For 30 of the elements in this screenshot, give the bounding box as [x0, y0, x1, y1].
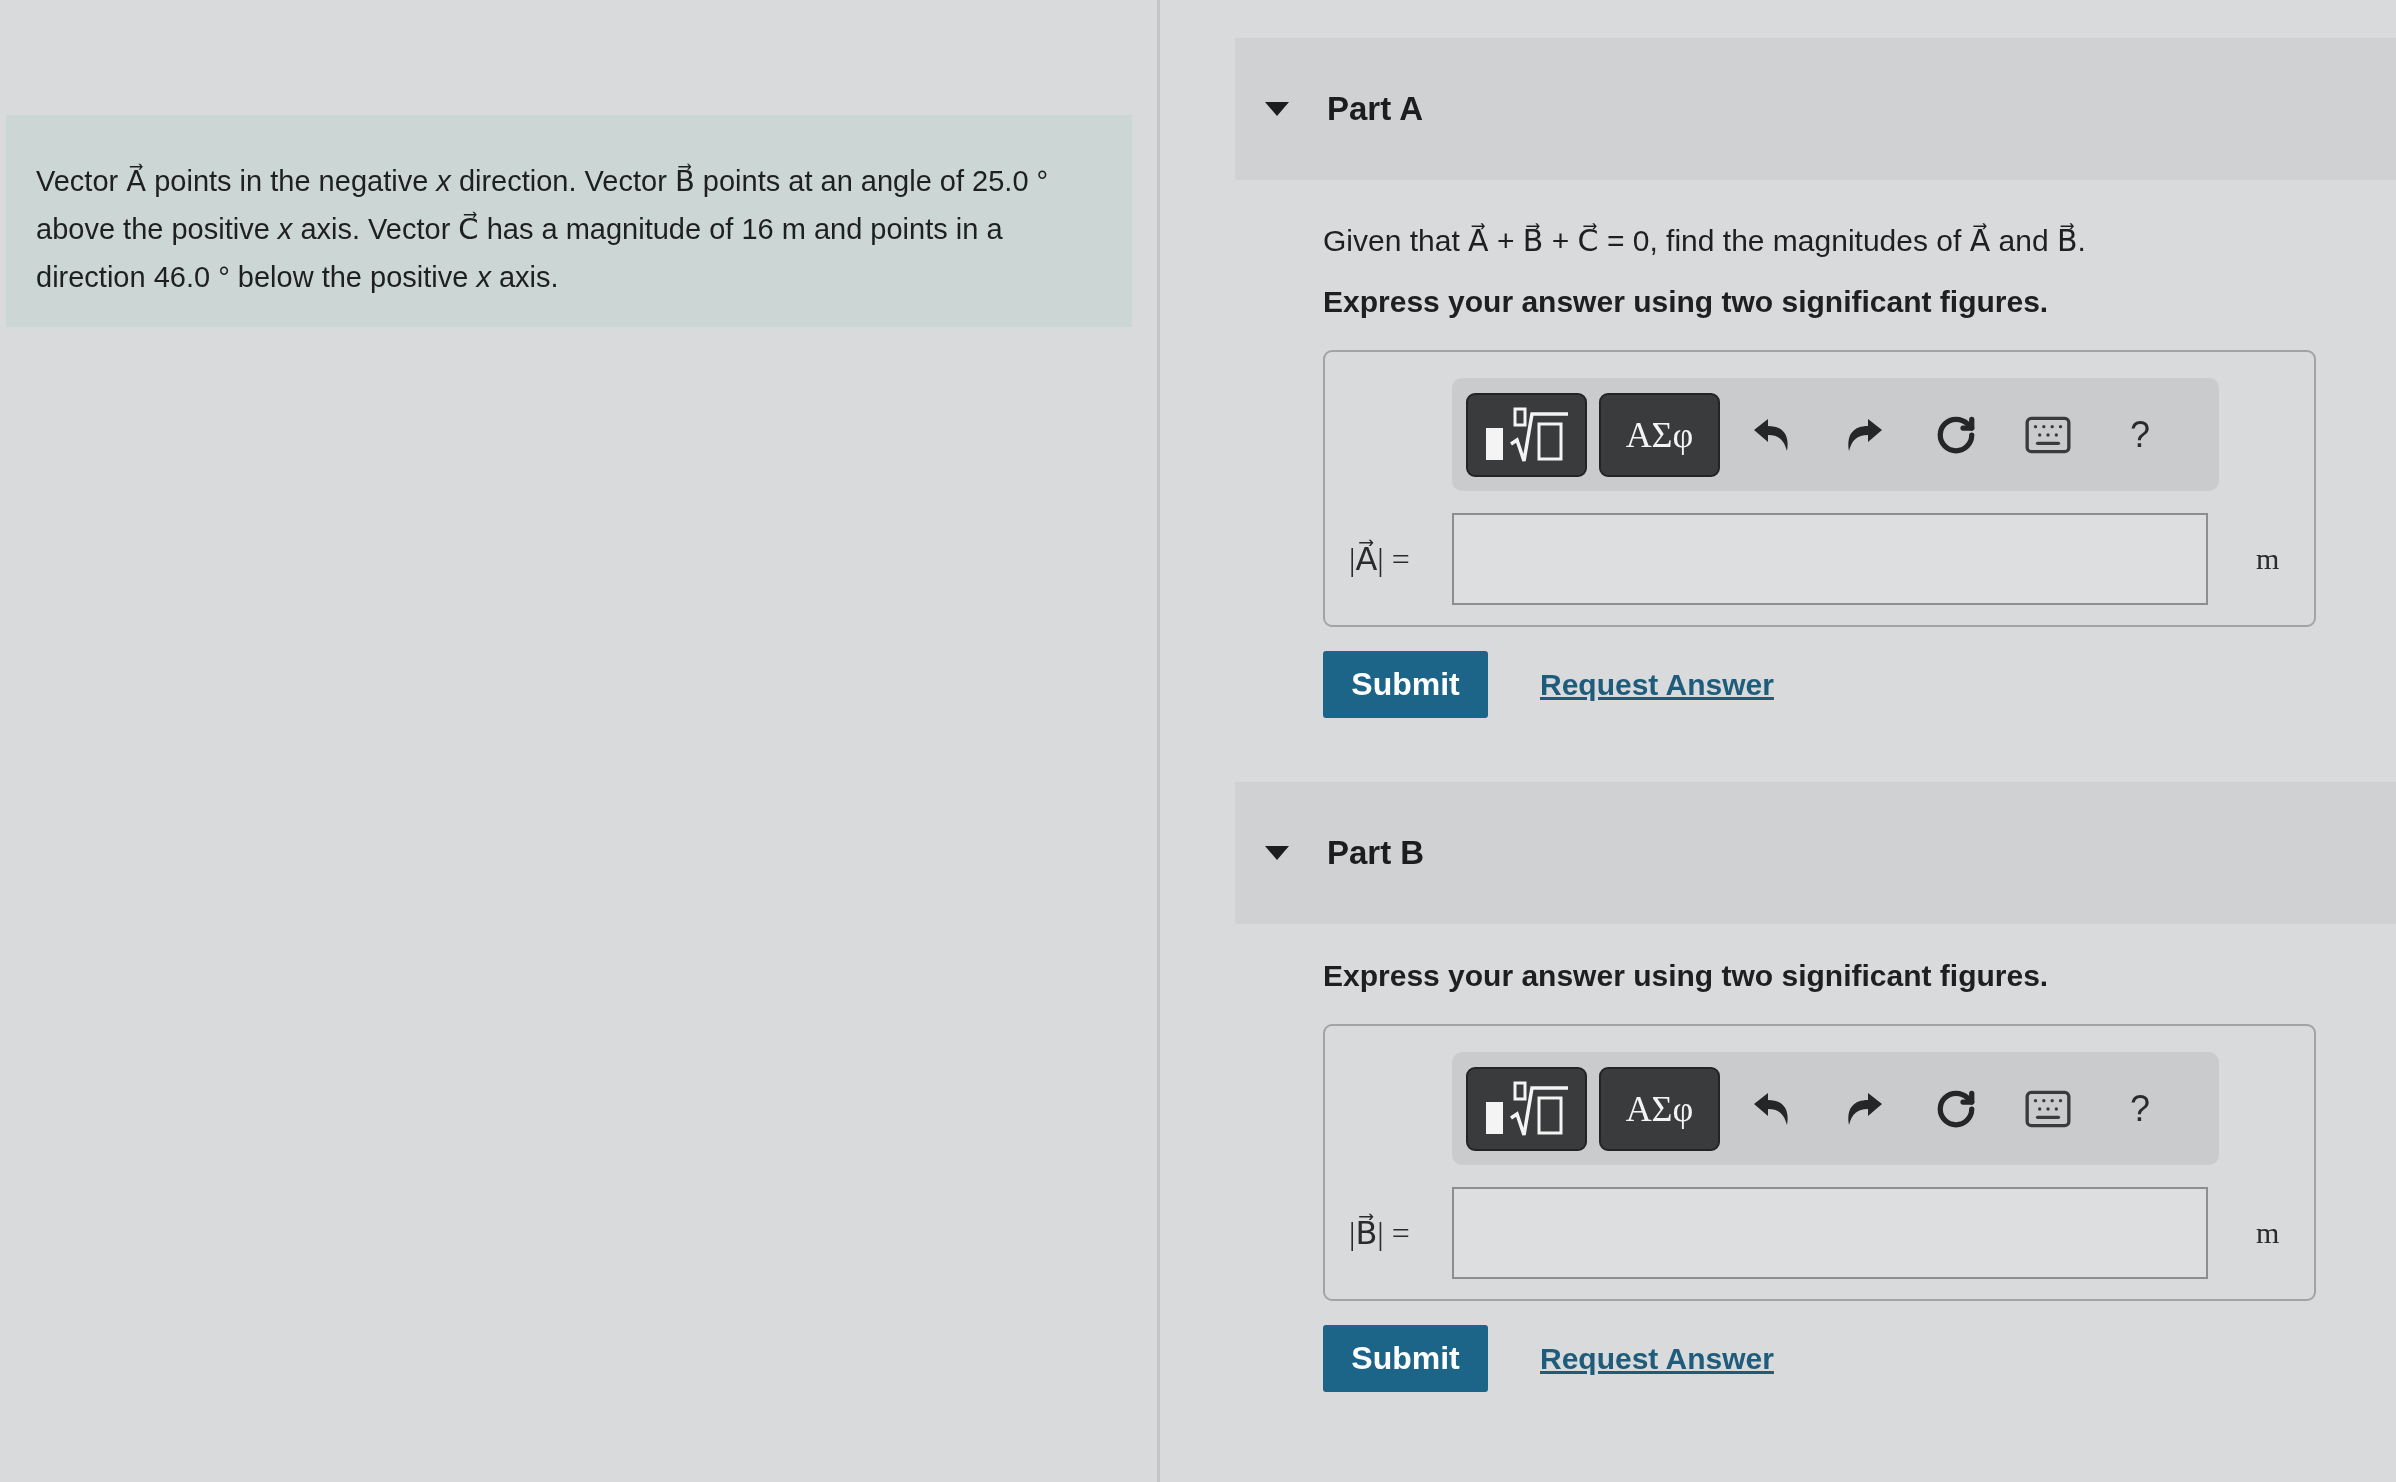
- root-template-icon: [1483, 405, 1570, 464]
- submit-button[interactable]: Submit: [1323, 651, 1488, 718]
- redo-icon: [1845, 1091, 1883, 1126]
- root-template-icon: [1483, 1079, 1570, 1138]
- request-answer-link[interactable]: Request Answer: [1540, 667, 1774, 702]
- template-button[interactable]: [1466, 392, 1587, 477]
- instruction-text: Express your answer using two significant figures.: [1323, 284, 2050, 320]
- unit-label: m: [2256, 542, 2281, 576]
- submit-button[interactable]: Submit: [1323, 1325, 1488, 1392]
- help-button[interactable]: ?: [2100, 392, 2180, 477]
- request-answer-link[interactable]: Request Answer: [1540, 1341, 1774, 1376]
- symbols-button[interactable]: ΑΣφ: [1599, 1066, 1720, 1151]
- answer-input[interactable]: [1452, 513, 2208, 605]
- question-text: Given that A⃗ + B⃗ + C⃗ = 0, find the magnitudes of A⃗ and B⃗.: [1323, 222, 2087, 260]
- answer-label: |A⃗| =: [1349, 540, 1411, 578]
- instruction-text: Express your answer using two significant figures.: [1323, 958, 2050, 994]
- part-header[interactable]: Part B: [1235, 782, 2396, 924]
- template-button[interactable]: [1466, 1066, 1587, 1151]
- part-title: Part B: [1327, 834, 1425, 872]
- undo-icon: [1753, 1091, 1791, 1126]
- undo-icon: [1753, 417, 1791, 452]
- help-button[interactable]: ?: [2100, 1066, 2180, 1151]
- answer-input[interactable]: [1452, 1187, 2208, 1279]
- unit-label: m: [2256, 1216, 2281, 1250]
- symbols-button[interactable]: ΑΣφ: [1599, 392, 1720, 477]
- redo-icon: [1845, 417, 1883, 452]
- answer-label: |B⃗| =: [1349, 1214, 1411, 1252]
- problem-text: Vector A⃗ points in the negative x direction. Vector B⃗ points at an angle of 25.0 ° above the positive x axis. Vector C⃗ has a magnitude of 16 m and points in a direction 46.0 ° below the positive x axis.: [36, 162, 1050, 295]
- part-header[interactable]: Part A: [1235, 38, 2396, 180]
- part-title: Part A: [1327, 90, 1423, 128]
